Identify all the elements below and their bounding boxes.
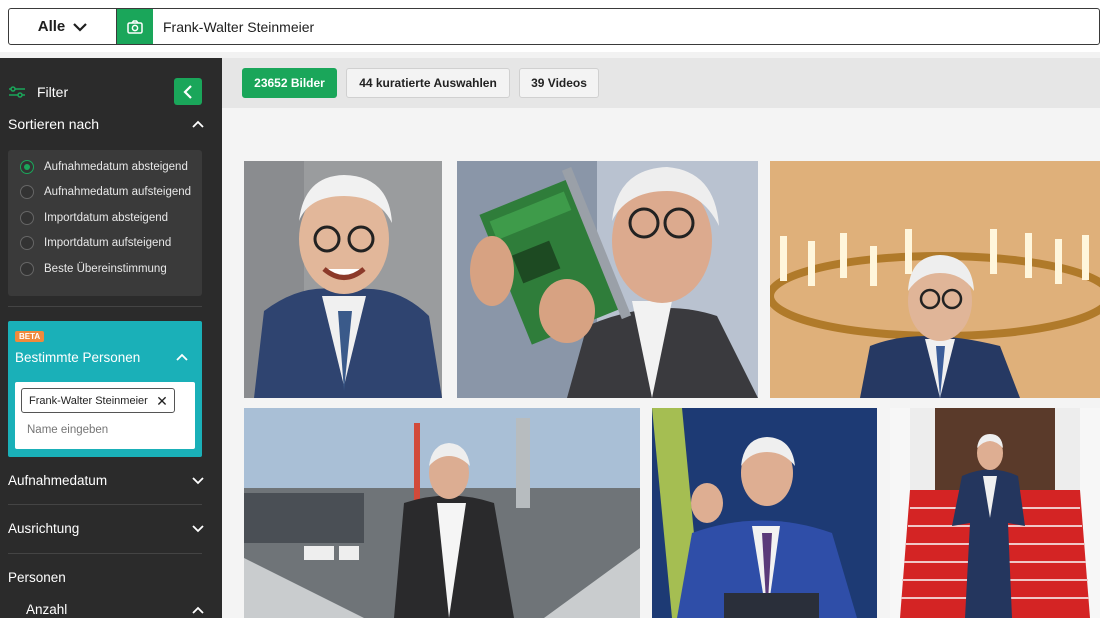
filter-sidebar: Filter Sortieren nach Aufnahmedatum abst…	[0, 58, 222, 618]
beta-badge: BETA	[15, 331, 45, 342]
persons-heading[interactable]: Bestimmte Personen	[15, 350, 140, 365]
search-input[interactable]	[153, 18, 1099, 35]
image-gallery	[222, 108, 1100, 618]
person-chip: Frank-Walter Steinmeier ✕	[21, 388, 175, 413]
chevron-up-icon	[192, 120, 204, 128]
radio-icon	[20, 211, 34, 225]
tab-images[interactable]: 23652 Bilder	[242, 68, 337, 98]
divider	[8, 504, 202, 505]
radio-selected-icon	[20, 160, 34, 174]
chevron-down-icon	[73, 22, 88, 32]
sort-option-label: Aufnahmedatum absteigend	[44, 161, 188, 173]
sort-options: Aufnahmedatum absteigend Aufnahmedatum a…	[8, 150, 202, 296]
close-icon[interactable]: ✕	[156, 393, 168, 410]
filter-header: Filter	[8, 78, 214, 106]
sort-option-label: Importdatum absteigend	[44, 212, 169, 224]
count-filter-header[interactable]: Anzahl	[26, 602, 204, 617]
sliders-icon	[9, 86, 25, 98]
photo-thumbnail[interactable]	[890, 408, 1100, 618]
orientation-filter-label: Ausrichtung	[8, 521, 80, 536]
top-bar: Alle	[0, 0, 1100, 52]
date-filter-header[interactable]: Aufnahmedatum	[8, 473, 204, 488]
people-filter-header: Personen	[8, 570, 204, 585]
chevron-up-icon[interactable]	[176, 353, 188, 361]
photo-thumbnail[interactable]	[244, 161, 442, 398]
photo-image	[770, 161, 1100, 398]
camera-icon	[127, 19, 143, 34]
radio-icon	[20, 185, 34, 199]
date-filter-label: Aufnahmedatum	[8, 473, 108, 488]
chevron-left-icon	[183, 84, 192, 99]
orientation-filter-header[interactable]: Ausrichtung	[8, 521, 204, 536]
result-tabs: 23652 Bilder 44 kuratierte Auswahlen 39 …	[222, 58, 1100, 108]
radio-icon	[20, 236, 34, 250]
sort-option-label: Aufnahmedatum aufsteigend	[44, 186, 192, 198]
photo-thumbnail[interactable]	[652, 408, 877, 618]
search-scope-label: Alle	[37, 18, 66, 35]
filter-label: Filter	[37, 84, 69, 100]
sort-heading: Sortieren nach	[8, 116, 100, 132]
photo-image	[652, 408, 877, 618]
chevron-up-icon	[192, 606, 204, 614]
sort-option[interactable]: Aufnahmedatum absteigend	[20, 160, 188, 174]
camera-search-button[interactable]	[117, 9, 153, 44]
chevron-down-icon	[192, 524, 204, 532]
divider	[8, 306, 202, 307]
sort-option[interactable]: Aufnahmedatum aufsteigend	[20, 185, 191, 199]
sort-option-label: Importdatum aufsteigend	[44, 237, 172, 249]
sort-option[interactable]: Importdatum absteigend	[20, 211, 168, 225]
count-filter-label: Anzahl	[26, 602, 68, 617]
search-bar: Alle	[8, 8, 1100, 45]
photo-thumbnail[interactable]	[770, 161, 1100, 398]
photo-image	[244, 161, 442, 398]
photo-image	[890, 408, 1100, 618]
photo-thumbnail[interactable]	[457, 161, 758, 398]
divider	[8, 553, 202, 554]
person-chip-label: Frank-Walter Steinmeier	[29, 394, 148, 407]
radio-icon	[20, 262, 34, 276]
persons-panel: Frank-Walter Steinmeier ✕	[15, 382, 195, 449]
sort-section-header[interactable]: Sortieren nach	[8, 116, 204, 132]
chevron-down-icon	[192, 476, 204, 484]
photo-image	[457, 161, 758, 398]
persons-filter: BETA Bestimmte Personen Frank-Walter Ste…	[8, 321, 202, 457]
sort-option[interactable]: Beste Übereinstimmung	[20, 262, 167, 276]
photo-image	[244, 408, 640, 618]
tab-videos[interactable]: 39 Videos	[519, 68, 599, 98]
search-scope-dropdown[interactable]: Alle	[9, 9, 117, 44]
sort-option-label: Beste Übereinstimmung	[44, 263, 167, 275]
sort-option[interactable]: Importdatum aufsteigend	[20, 236, 171, 250]
tab-curated[interactable]: 44 kuratierte Auswahlen	[346, 68, 510, 98]
photo-thumbnail[interactable]	[244, 408, 640, 618]
collapse-sidebar-button[interactable]	[174, 78, 202, 105]
person-name-input[interactable]	[27, 424, 177, 436]
people-filter-label: Personen	[8, 570, 66, 585]
